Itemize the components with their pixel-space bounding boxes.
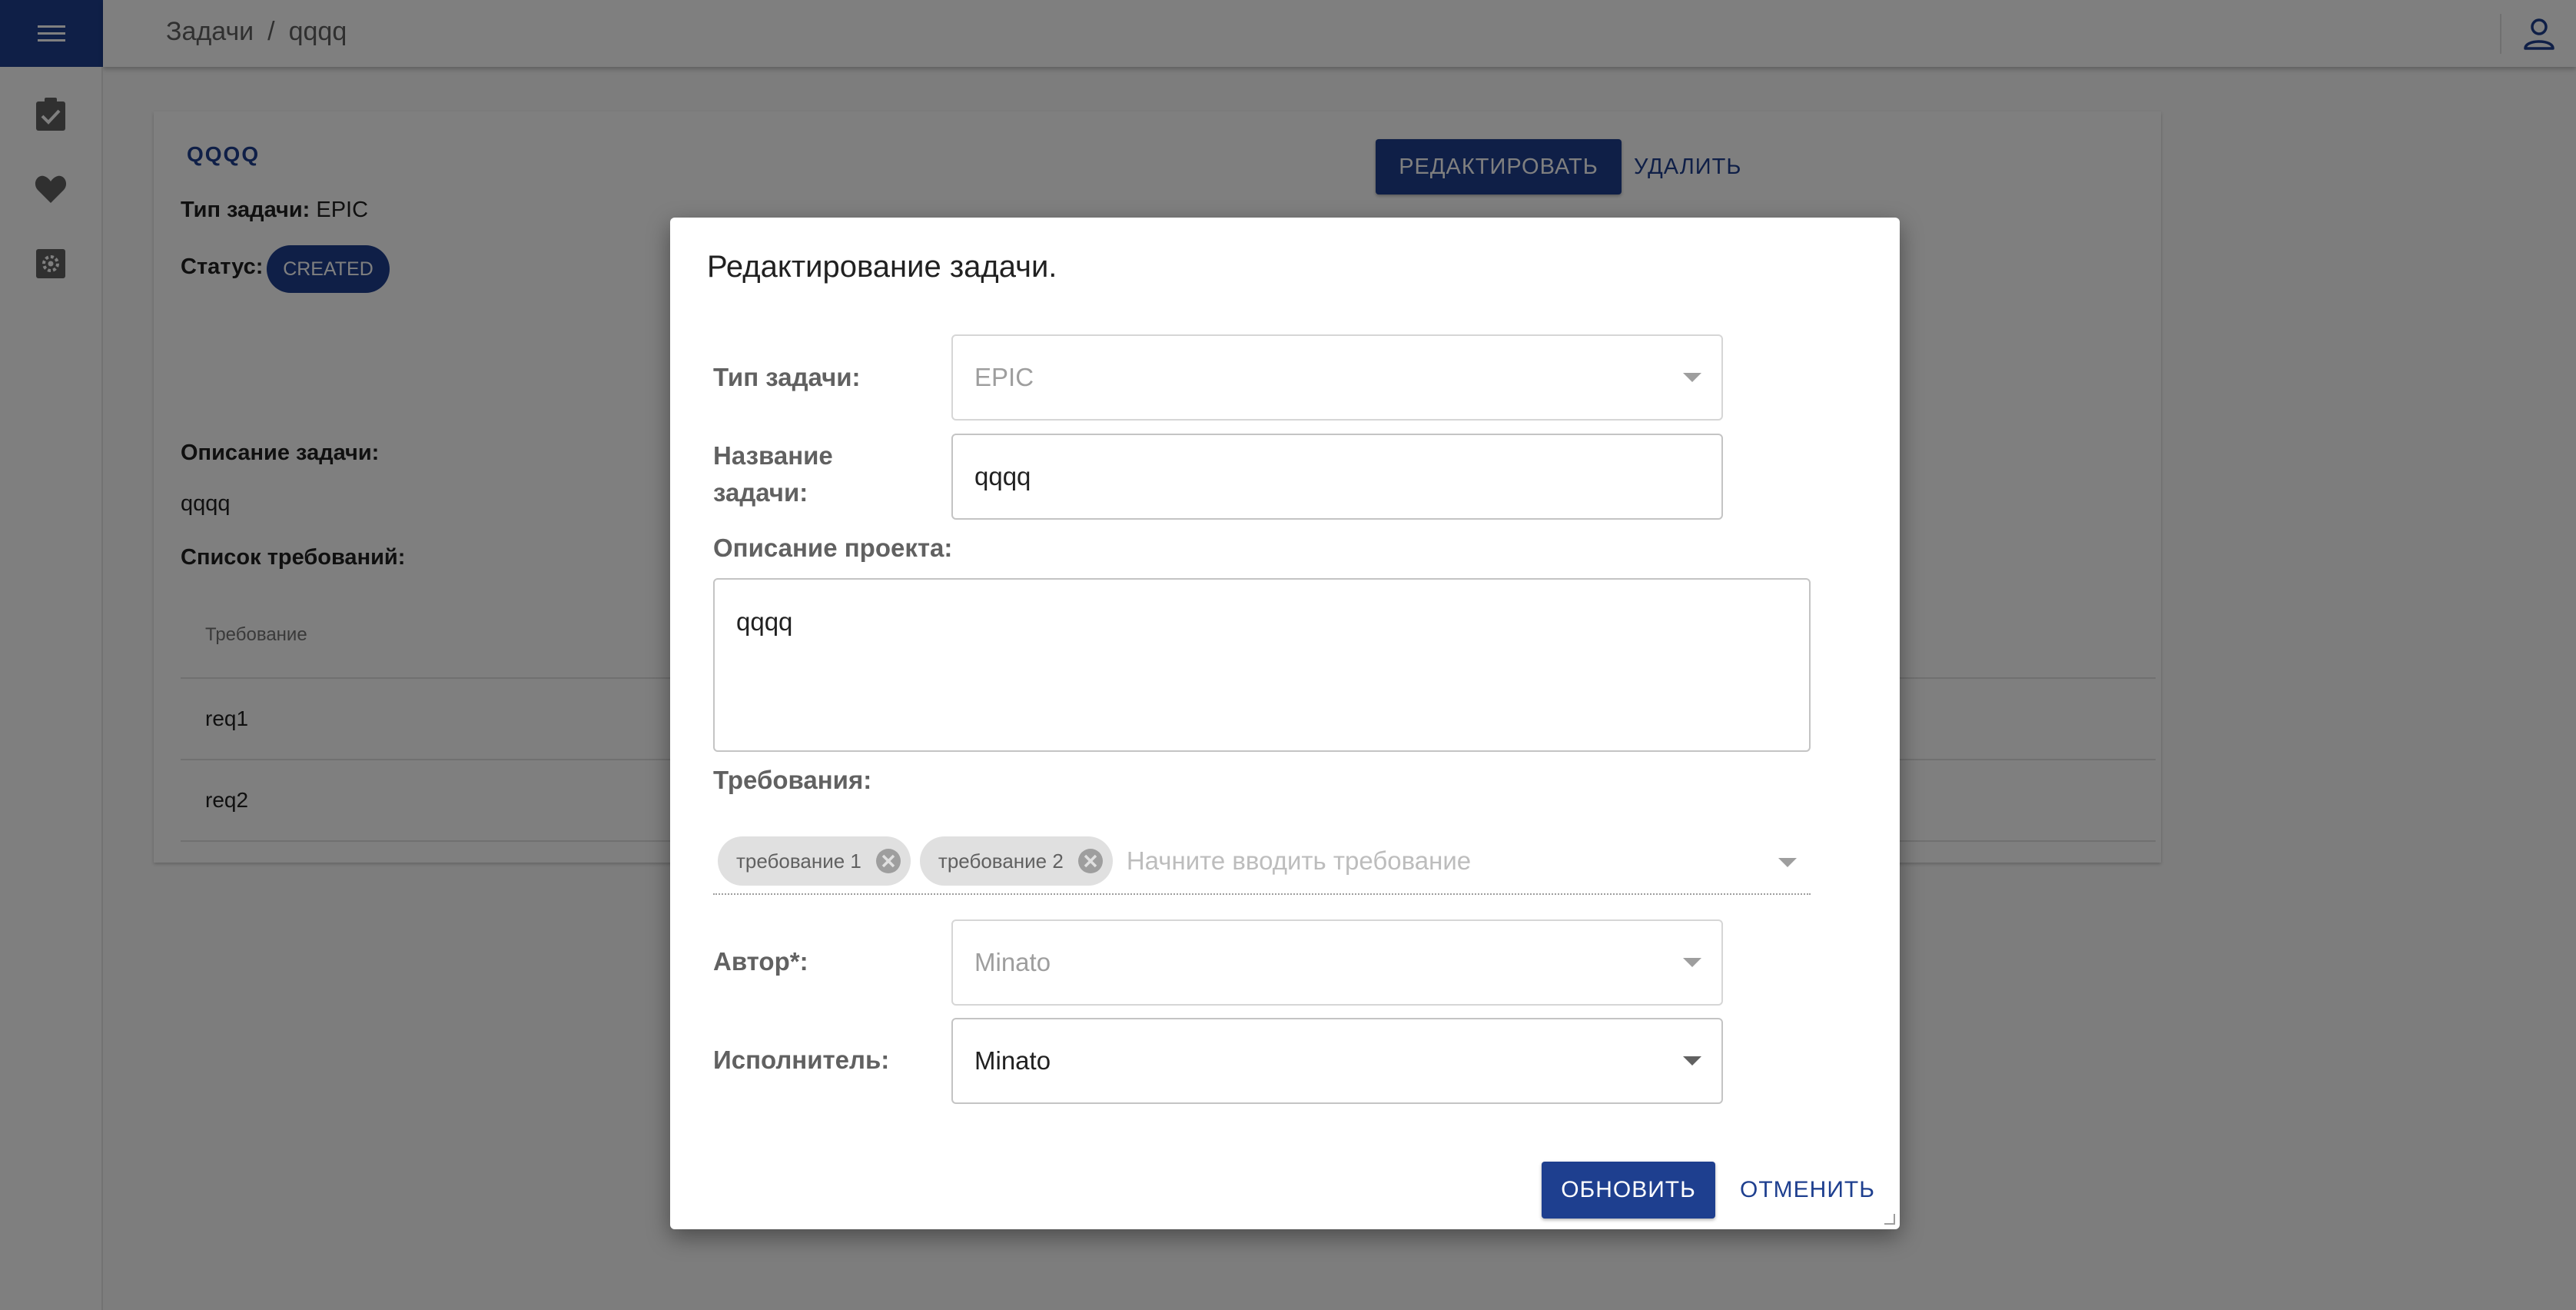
chevron-down-icon[interactable] [1683,1056,1701,1066]
type-label: Тип задачи: [713,363,861,391]
requirements-label: Требования: [713,766,872,794]
author-select: Minato [951,919,1723,1006]
name-input[interactable]: qqqq [951,434,1723,520]
assignee-label: Исполнитель: [713,1046,890,1074]
cancel-button[interactable]: ОТМЕНИТЬ [1740,1162,1875,1219]
chip-remove-icon[interactable] [874,846,903,876]
update-button[interactable]: ОБНОВИТЬ [1542,1162,1715,1219]
name-label: Название задачи: [713,441,833,507]
type-select: EPIC [951,334,1723,421]
chevron-down-icon [1683,958,1701,967]
requirements-input[interactable]: Начните вводить требование [1122,846,1811,876]
assignee-select[interactable]: Minato [951,1018,1723,1104]
assignee-select-value: Minato [974,1046,1051,1075]
chevron-down-icon[interactable] [1778,858,1797,867]
description-textarea[interactable]: qqqq [713,578,1811,752]
type-select-value: EPIC [974,363,1034,391]
requirement-chip[interactable]: требование 2 [919,836,1113,886]
requirements-autocomplete[interactable]: требование 1 требование 2 Начните вводит… [713,829,1811,895]
name-input-value: qqqq [974,462,1031,490]
chevron-down-icon [1683,373,1701,382]
chip-remove-icon[interactable] [1076,846,1105,876]
description-textarea-value: qqqq [736,607,793,636]
requirement-chip[interactable]: требование 1 [718,836,911,886]
resize-handle[interactable] [1884,1214,1895,1225]
project-description-label: Описание проекта: [713,534,953,562]
edit-task-dialog: Редактирование задачи. Тип задачи: EPIC … [670,218,1900,1229]
author-label: Автор*: [713,947,808,976]
dialog-title: Редактирование задачи. [707,250,1057,284]
author-select-value: Minato [974,948,1051,976]
